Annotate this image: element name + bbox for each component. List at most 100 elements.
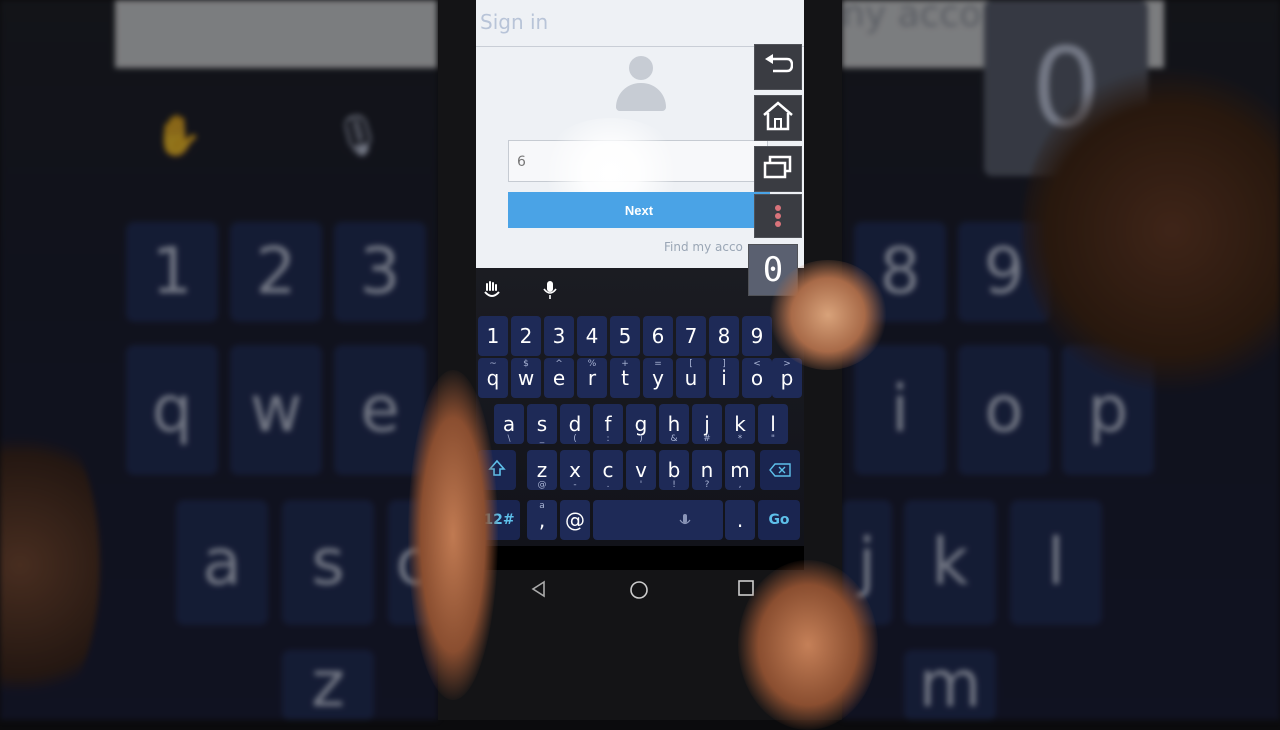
key-w[interactable]: $ w (511, 358, 541, 398)
space-mic-icon (679, 510, 691, 534)
key-1[interactable]: 1 (478, 316, 508, 356)
key-t[interactable]: + t (610, 358, 640, 398)
key-i-alt: ] (722, 359, 726, 369)
key-b-alt: ! (672, 480, 676, 490)
key-q[interactable]: ~ q (478, 358, 508, 398)
key-n-alt: ? (704, 480, 710, 490)
find-account-link[interactable]: Find my acco (664, 240, 743, 254)
background-key: s (282, 500, 374, 625)
key-l[interactable]: l " (758, 404, 788, 444)
key-n-label: n (700, 458, 714, 482)
key-d[interactable]: d( (560, 404, 590, 444)
key-y-alt: = (654, 359, 662, 369)
key-a-label: a (502, 412, 516, 436)
key-z-alt: @ (537, 480, 547, 490)
next-button[interactable]: Next (508, 192, 770, 228)
key-o[interactable]: < o (742, 358, 772, 398)
key-u-label: u (684, 366, 698, 390)
key-b[interactable]: b! (659, 450, 689, 490)
key-f-label: f (604, 412, 612, 436)
key-3[interactable]: 3 (544, 316, 574, 356)
float-menu-button[interactable] (754, 194, 802, 238)
avatar-head (629, 56, 653, 80)
key-4[interactable]: 4 (577, 316, 607, 356)
background-left-blur: ✋ 🎙 1 2 3 q w e a s c z (0, 0, 438, 720)
comma-key-alt: a (539, 501, 545, 511)
key-e[interactable]: ^ e (544, 358, 574, 398)
microphone-icon[interactable] (538, 278, 562, 302)
key-o-label: o (750, 366, 764, 390)
emoji-hand-icon[interactable] (480, 278, 504, 302)
background-key: m (904, 648, 996, 720)
key-7[interactable]: 7 (676, 316, 706, 356)
key-c[interactable]: c. (593, 450, 623, 490)
key-t-alt: + (621, 359, 629, 369)
soft-keyboard: 1 2 3 4 5 6 7 8 9 ~ q $ w ^ e % r + t = y [u ]… (476, 268, 804, 546)
nav-home-icon[interactable] (629, 580, 649, 605)
key-l-label: l (770, 412, 776, 436)
back-arrow-icon (763, 54, 794, 80)
key-5[interactable]: 5 (610, 316, 640, 356)
background-skin (0, 400, 100, 720)
float-back-button[interactable] (754, 44, 802, 90)
key-f-alt: : (606, 434, 610, 444)
key-i[interactable]: ] i (709, 358, 739, 398)
avatar-body (616, 83, 666, 111)
key-p[interactable]: > p (772, 358, 802, 398)
key-c-label: c (602, 458, 614, 482)
comma-key[interactable]: a, (527, 500, 557, 540)
key-h-label: h (667, 412, 681, 436)
key-a[interactable]: a \ (494, 404, 524, 444)
key-s-alt: _ (539, 434, 545, 444)
key-j-alt: # (703, 434, 711, 444)
background-emoji-icon: ✋ (153, 112, 203, 159)
key-h[interactable]: h & (659, 404, 689, 444)
key-f[interactable]: f: (593, 404, 623, 444)
background-key: e (334, 345, 426, 475)
key-g[interactable]: g) (626, 404, 656, 444)
phone-device: Sign in 6 Next Find my acco 1 2 3 4 5 6 … (408, 0, 888, 730)
background-key: k (904, 500, 996, 625)
hand-left (408, 370, 498, 700)
backspace-key[interactable] (760, 450, 800, 490)
key-j[interactable]: j # (692, 404, 722, 444)
float-recents-button[interactable] (754, 146, 802, 192)
key-u[interactable]: [u (676, 358, 706, 398)
background-key: 1 (126, 222, 218, 322)
key-s-label: s (536, 412, 548, 436)
key-e-label: e (552, 366, 566, 390)
key-z[interactable]: z @ (527, 450, 557, 490)
key-m-label: m (730, 458, 750, 482)
background-right-blur: ny acco 0 8 9 i o p k l j m (842, 0, 1280, 720)
key-y-label: y (652, 366, 664, 390)
key-w-alt: $ (523, 359, 529, 369)
background-key: 3 (334, 222, 426, 322)
avatar-icon (616, 56, 666, 112)
space-key[interactable] (593, 500, 723, 540)
float-home-button[interactable] (754, 95, 802, 141)
key-r[interactable]: % r (577, 358, 607, 398)
go-key[interactable]: Go (758, 500, 800, 540)
key-x[interactable]: x- (560, 450, 590, 490)
key-k[interactable]: k * (725, 404, 755, 444)
home-icon (762, 101, 794, 135)
key-u-alt: [ (689, 359, 693, 369)
at-key[interactable]: @ (560, 500, 590, 540)
key-v[interactable]: v ' (626, 450, 656, 490)
key-m[interactable]: m, (725, 450, 755, 490)
key-l-alt: " (770, 434, 776, 444)
period-key[interactable]: . (725, 500, 755, 540)
key-n[interactable]: n? (692, 450, 722, 490)
key-y[interactable]: = y (643, 358, 673, 398)
key-6[interactable]: 6 (643, 316, 673, 356)
comma-key-label: , (538, 508, 546, 532)
key-s[interactable]: s _ (527, 404, 557, 444)
key-r-alt: % (587, 359, 597, 369)
background-key: 2 (230, 222, 322, 322)
key-z-label: z (536, 458, 548, 482)
key-2[interactable]: 2 (511, 316, 541, 356)
background-mic-icon: 🎙 (332, 112, 384, 159)
key-h-alt: & (670, 434, 678, 444)
key-8[interactable]: 8 (709, 316, 739, 356)
nav-back-icon[interactable] (530, 580, 546, 603)
